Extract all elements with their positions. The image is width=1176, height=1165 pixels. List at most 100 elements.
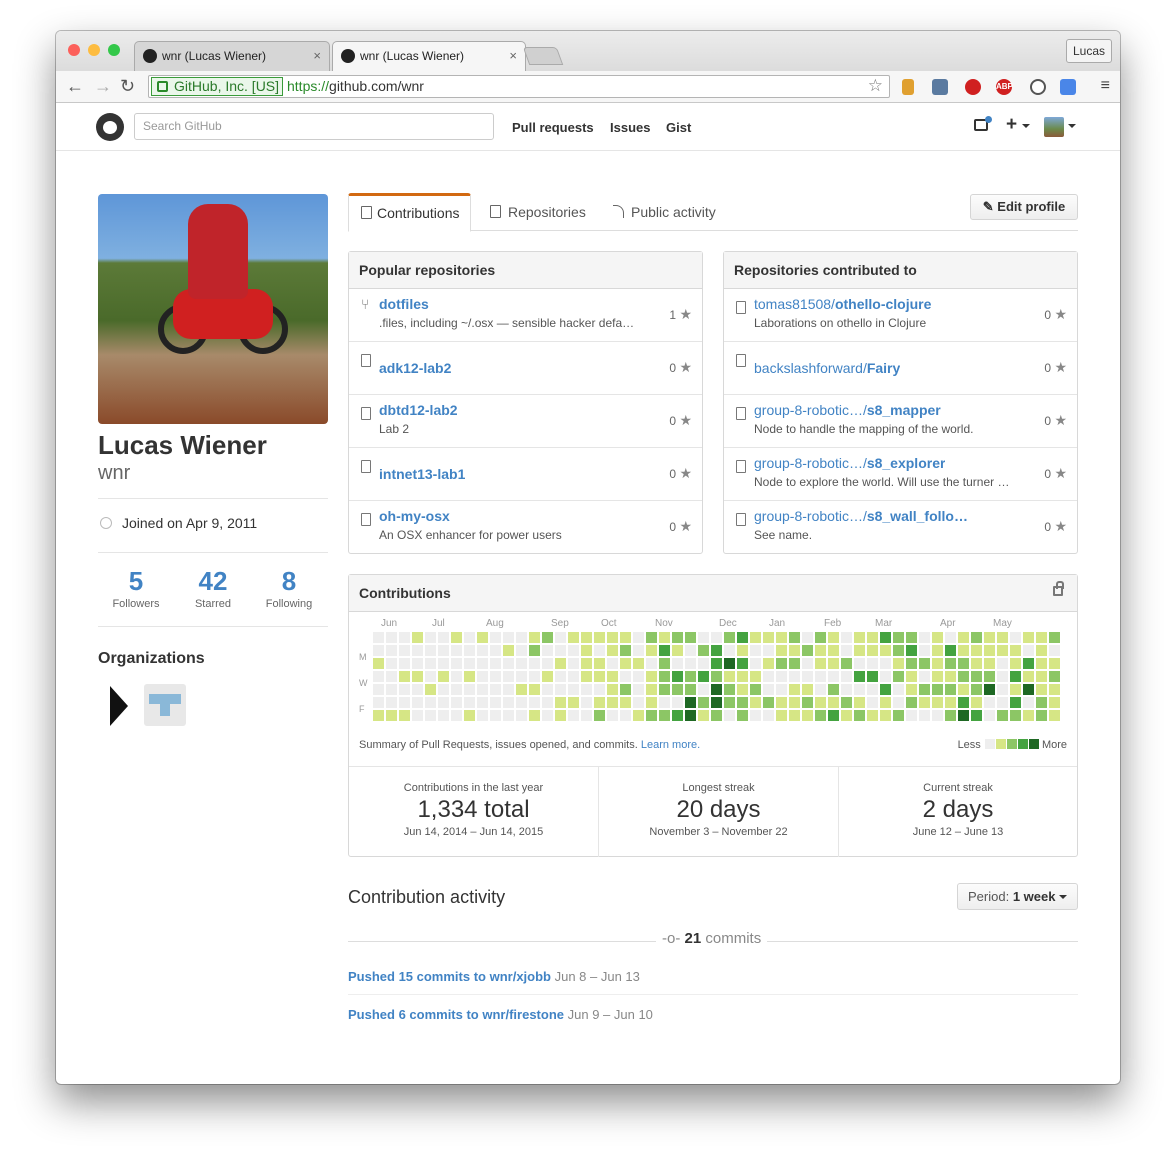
calendar-day[interactable] xyxy=(698,697,709,708)
calendar-day[interactable] xyxy=(620,684,631,695)
create-new-icon[interactable]: + xyxy=(1006,114,1017,136)
calendar-day[interactable] xyxy=(464,632,475,643)
calendar-day[interactable] xyxy=(568,684,579,695)
calendar-day[interactable] xyxy=(815,645,826,656)
calendar-day[interactable] xyxy=(724,632,735,643)
menu-icon[interactable]: ≡ xyxy=(1101,77,1110,95)
calendar-day[interactable] xyxy=(763,632,774,643)
calendar-day[interactable] xyxy=(711,645,722,656)
repo-name[interactable]: group-8-robotic…/s8_explorer xyxy=(754,455,945,471)
calendar-day[interactable] xyxy=(542,658,553,669)
calendar-day[interactable] xyxy=(763,684,774,695)
stop-ext-icon[interactable] xyxy=(965,79,981,95)
calendar-day[interactable] xyxy=(646,684,657,695)
calendar-day[interactable] xyxy=(555,632,566,643)
calendar-day[interactable] xyxy=(412,684,423,695)
calendar-day[interactable] xyxy=(685,632,696,643)
calendar-day[interactable] xyxy=(620,697,631,708)
calendar-day[interactable] xyxy=(1023,697,1034,708)
calendar-day[interactable] xyxy=(971,710,982,721)
calendar-day[interactable] xyxy=(477,645,488,656)
calendar-day[interactable] xyxy=(373,658,384,669)
calendar-day[interactable] xyxy=(425,710,436,721)
calendar-day[interactable] xyxy=(945,697,956,708)
calendar-day[interactable] xyxy=(568,658,579,669)
calendar-day[interactable] xyxy=(698,658,709,669)
calendar-day[interactable] xyxy=(815,658,826,669)
calendar-day[interactable] xyxy=(724,697,735,708)
calendar-day[interactable] xyxy=(1010,632,1021,643)
calendar-day[interactable] xyxy=(919,658,930,669)
calendar-day[interactable] xyxy=(828,710,839,721)
calendar-day[interactable] xyxy=(646,632,657,643)
calendar-day[interactable] xyxy=(672,710,683,721)
calendar-day[interactable] xyxy=(737,671,748,682)
calendar-day[interactable] xyxy=(594,632,605,643)
calendar-day[interactable] xyxy=(698,645,709,656)
calendar-day[interactable] xyxy=(659,684,670,695)
calendar-day[interactable] xyxy=(386,684,397,695)
calendar-day[interactable] xyxy=(607,710,618,721)
calendar-day[interactable] xyxy=(737,710,748,721)
learn-more-link[interactable]: Learn more. xyxy=(641,739,700,751)
calendar-day[interactable] xyxy=(451,684,462,695)
calendar-day[interactable] xyxy=(854,671,865,682)
browser-tab-1[interactable]: wnr (Lucas Wiener) × xyxy=(134,41,330,71)
new-tab-button[interactable] xyxy=(522,47,564,65)
calendar-day[interactable] xyxy=(633,658,644,669)
calendar-day[interactable] xyxy=(503,632,514,643)
calendar-day[interactable] xyxy=(750,710,761,721)
calendar-day[interactable] xyxy=(477,710,488,721)
calendar-day[interactable] xyxy=(659,632,670,643)
calendar-day[interactable] xyxy=(542,697,553,708)
reload-icon[interactable]: ↻ xyxy=(120,75,135,97)
repo-name[interactable]: tomas81508/othello-clojure xyxy=(754,296,931,312)
calendar-day[interactable] xyxy=(828,645,839,656)
calendar-day[interactable] xyxy=(581,645,592,656)
calendar-day[interactable] xyxy=(620,645,631,656)
calendar-day[interactable] xyxy=(945,684,956,695)
security-indicator[interactable]: GitHub, Inc. [US] xyxy=(151,77,284,96)
calendar-day[interactable] xyxy=(763,658,774,669)
calendar-day[interactable] xyxy=(789,658,800,669)
calendar-day[interactable] xyxy=(958,697,969,708)
calendar-day[interactable] xyxy=(711,710,722,721)
calendar-day[interactable] xyxy=(789,645,800,656)
calendar-day[interactable] xyxy=(724,658,735,669)
calendar-day[interactable] xyxy=(945,645,956,656)
calendar-day[interactable] xyxy=(971,632,982,643)
bookmark-ext-icon[interactable] xyxy=(902,79,914,95)
calendar-day[interactable] xyxy=(841,697,852,708)
close-tab-icon[interactable]: × xyxy=(509,42,517,70)
calendar-day[interactable] xyxy=(646,671,657,682)
calendar-day[interactable] xyxy=(802,710,813,721)
calendar-day[interactable] xyxy=(581,658,592,669)
calendar-day[interactable] xyxy=(698,684,709,695)
calendar-day[interactable] xyxy=(425,632,436,643)
calendar-day[interactable] xyxy=(906,645,917,656)
calendar-day[interactable] xyxy=(516,697,527,708)
calendar-day[interactable] xyxy=(698,632,709,643)
calendar-day[interactable] xyxy=(1010,710,1021,721)
calendar-day[interactable] xyxy=(828,697,839,708)
close-tab-icon[interactable]: × xyxy=(313,42,321,70)
screenshot-ext-icon[interactable] xyxy=(932,79,948,95)
header-avatar[interactable] xyxy=(1044,117,1064,137)
calendar-day[interactable] xyxy=(529,645,540,656)
calendar-day[interactable] xyxy=(373,710,384,721)
calendar-day[interactable] xyxy=(1049,697,1060,708)
calendar-day[interactable] xyxy=(490,658,501,669)
calendar-day[interactable] xyxy=(763,645,774,656)
org-avatar-1[interactable] xyxy=(110,686,128,726)
close-window-button[interactable] xyxy=(68,44,80,56)
back-icon[interactable]: ← xyxy=(66,75,84,97)
followers-stat[interactable]: 5 Followers xyxy=(98,566,174,610)
calendar-day[interactable] xyxy=(750,671,761,682)
calendar-day[interactable] xyxy=(542,671,553,682)
calendar-day[interactable] xyxy=(594,671,605,682)
address-bar[interactable]: GitHub, Inc. [US] https://github.com/wnr… xyxy=(148,75,890,98)
calendar-day[interactable] xyxy=(906,671,917,682)
calendar-day[interactable] xyxy=(633,671,644,682)
nav-issues[interactable]: Issues xyxy=(610,120,650,135)
calendar-day[interactable] xyxy=(737,645,748,656)
